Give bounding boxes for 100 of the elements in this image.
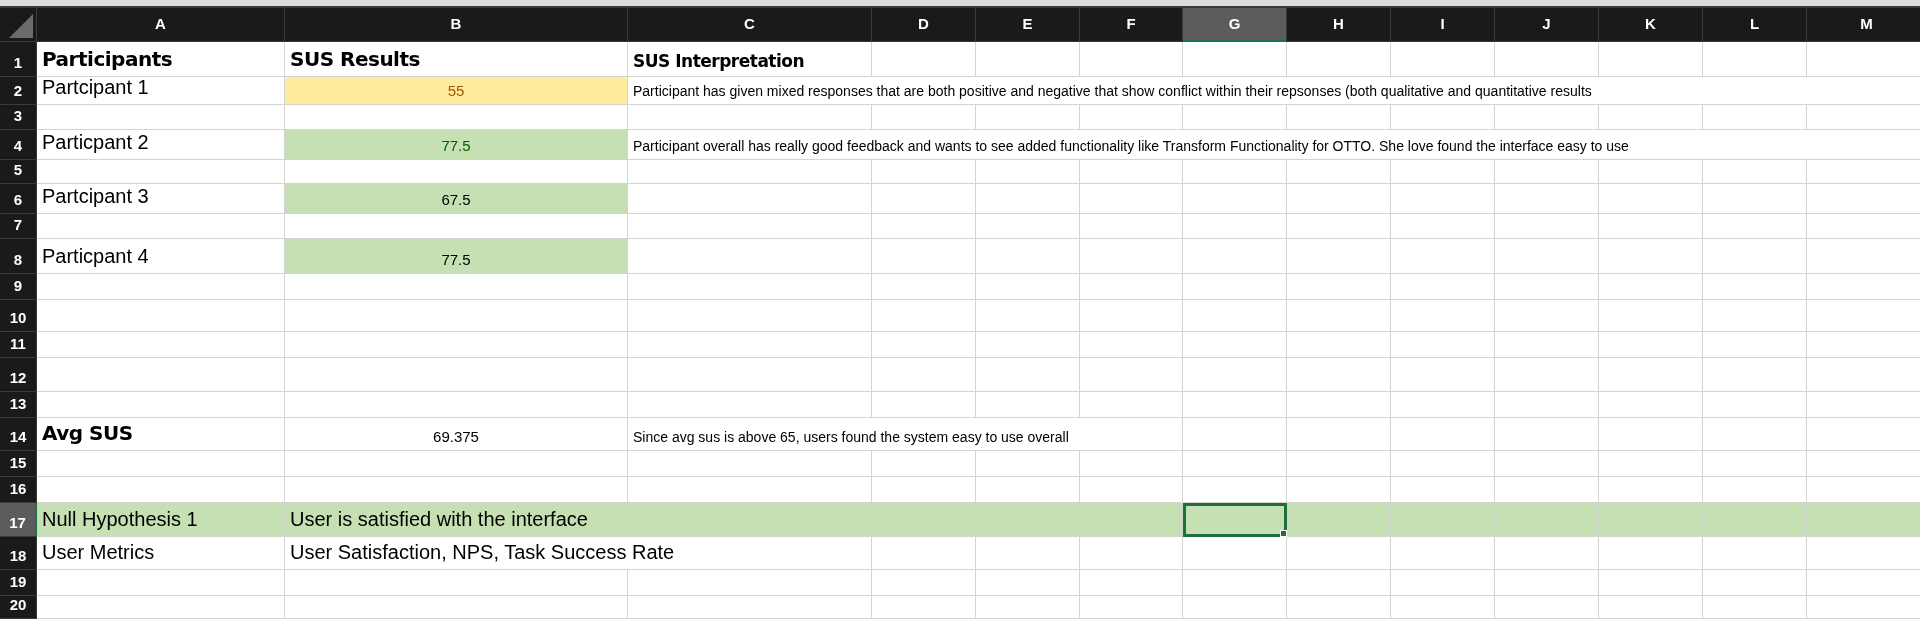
empty-cell[interactable] [872, 274, 976, 300]
empty-cell[interactable] [872, 184, 976, 214]
empty-cell[interactable] [1183, 300, 1287, 332]
column-header[interactable]: E [976, 8, 1080, 42]
empty-cell[interactable] [1703, 418, 1807, 451]
empty-cell[interactable] [1599, 392, 1703, 418]
empty-cell[interactable] [1183, 42, 1287, 77]
empty-cell[interactable] [1080, 184, 1183, 214]
empty-cell[interactable] [1080, 570, 1183, 596]
row-header[interactable]: 5 [0, 160, 37, 184]
empty-cell[interactable] [872, 214, 976, 239]
empty-cell[interactable] [1287, 160, 1391, 184]
empty-cell[interactable] [1080, 537, 1183, 570]
column-header[interactable]: K [1599, 8, 1703, 42]
empty-cell[interactable] [628, 214, 872, 239]
empty-cell[interactable] [872, 42, 976, 77]
empty-cell[interactable] [628, 570, 872, 596]
empty-cell[interactable] [1495, 105, 1599, 130]
empty-cell[interactable] [1391, 274, 1495, 300]
row-header[interactable]: 9 [0, 274, 37, 300]
empty-cell[interactable] [1080, 596, 1183, 619]
empty-cell[interactable] [1183, 214, 1287, 239]
empty-cell[interactable] [1080, 332, 1183, 358]
empty-cell[interactable] [1080, 274, 1183, 300]
row-header[interactable]: 2 [0, 77, 37, 105]
empty-cell[interactable] [1391, 537, 1495, 570]
empty-cell[interactable] [1703, 42, 1807, 77]
empty-cell[interactable] [1391, 451, 1495, 477]
empty-cell[interactable] [1599, 300, 1703, 332]
empty-cell[interactable] [1183, 332, 1287, 358]
empty-cell[interactable] [1495, 570, 1599, 596]
empty-cell[interactable] [628, 160, 872, 184]
row-header[interactable]: 18 [0, 537, 37, 570]
empty-cell[interactable] [1080, 300, 1183, 332]
empty-cell[interactable] [1495, 418, 1599, 451]
empty-cell[interactable] [1495, 358, 1599, 392]
empty-cell[interactable] [1080, 358, 1183, 392]
empty-cell[interactable] [1599, 596, 1703, 619]
empty-cell[interactable] [1495, 537, 1599, 570]
column-header[interactable]: L [1703, 8, 1807, 42]
empty-cell[interactable] [1287, 300, 1391, 332]
empty-cell[interactable] [872, 570, 976, 596]
empty-cell[interactable] [1599, 451, 1703, 477]
empty-cell[interactable] [1599, 42, 1703, 77]
empty-cell[interactable] [1391, 418, 1495, 451]
column-header[interactable]: G [1183, 8, 1287, 42]
empty-cell[interactable] [1599, 160, 1703, 184]
column-header[interactable]: B [285, 8, 628, 42]
empty-cell[interactable] [872, 392, 976, 418]
row-header[interactable]: 4 [0, 130, 37, 160]
empty-cell[interactable] [628, 596, 872, 619]
empty-cell[interactable] [1287, 392, 1391, 418]
empty-cell[interactable] [872, 300, 976, 332]
empty-cell[interactable] [1287, 42, 1391, 77]
empty-cell[interactable] [1287, 274, 1391, 300]
select-all-triangle-icon[interactable] [9, 14, 33, 38]
empty-cell[interactable] [1183, 392, 1287, 418]
empty-cell[interactable] [1391, 332, 1495, 358]
empty-cell[interactable] [1183, 570, 1287, 596]
column-header[interactable]: D [872, 8, 976, 42]
empty-cell[interactable] [976, 332, 1080, 358]
corner-cell[interactable] [0, 8, 37, 42]
empty-cell[interactable] [1080, 214, 1183, 239]
empty-cell[interactable] [1495, 332, 1599, 358]
empty-cell[interactable] [1703, 596, 1807, 619]
empty-cell[interactable] [1080, 239, 1183, 274]
row-header[interactable]: 13 [0, 392, 37, 418]
empty-cell[interactable] [1080, 105, 1183, 130]
empty-cell[interactable] [1287, 184, 1391, 214]
empty-cell[interactable] [1391, 239, 1495, 274]
empty-cell[interactable] [976, 214, 1080, 239]
empty-cell[interactable] [976, 184, 1080, 214]
row-header[interactable]: 19 [0, 570, 37, 596]
row-header[interactable]: 1 [0, 42, 37, 77]
empty-cell[interactable] [1391, 300, 1495, 332]
empty-cell[interactable] [285, 596, 628, 619]
empty-cell[interactable] [872, 239, 976, 274]
selected-cell[interactable] [1183, 503, 1287, 537]
row-header[interactable]: 8 [0, 239, 37, 274]
empty-cell[interactable] [628, 274, 872, 300]
empty-cell[interactable] [1495, 300, 1599, 332]
empty-cell[interactable] [976, 42, 1080, 77]
empty-cell[interactable] [1495, 392, 1599, 418]
empty-cell[interactable] [976, 358, 1080, 392]
empty-cell[interactable] [285, 358, 628, 392]
fill-handle[interactable] [1280, 530, 1287, 537]
empty-cell[interactable] [628, 358, 872, 392]
empty-cell[interactable] [1183, 358, 1287, 392]
empty-cell[interactable] [1599, 184, 1703, 214]
empty-cell[interactable] [1287, 451, 1391, 477]
column-header[interactable]: F [1080, 8, 1183, 42]
empty-cell[interactable] [1183, 451, 1287, 477]
empty-cell[interactable] [976, 570, 1080, 596]
empty-cell[interactable] [628, 300, 872, 332]
empty-cell[interactable] [1599, 274, 1703, 300]
empty-cell[interactable] [1703, 184, 1807, 214]
empty-cell[interactable] [1703, 332, 1807, 358]
row-header[interactable]: 20 [0, 596, 37, 619]
empty-cell[interactable] [976, 239, 1080, 274]
empty-cell[interactable] [1703, 274, 1807, 300]
